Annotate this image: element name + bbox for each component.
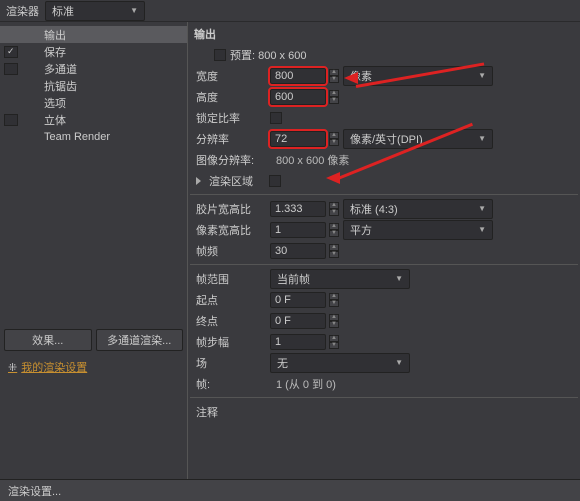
film-ratio-spinner[interactable]: ▲▼ <box>329 202 339 216</box>
start-row: 起点 0 F ▲▼ <box>190 289 578 310</box>
end-spinner[interactable]: ▲▼ <box>329 314 339 328</box>
right-pane: 输出 预置: 800 x 600 宽度 800 ▲▼ 像素▼ 高度 600 ▲▼… <box>188 22 580 479</box>
checkbox-multipass[interactable] <box>4 63 18 75</box>
resolution-row: 分辨率 72 ▲▼ 像素/英寸(DPI)▼ <box>190 128 578 149</box>
pixel-ratio-label: 像素宽高比 <box>196 222 266 238</box>
collapse-triangle-icon[interactable] <box>196 177 201 185</box>
separator <box>190 264 578 265</box>
film-ratio-row: 胶片宽高比 1.333 ▲▼ 标准 (4:3)▼ <box>190 198 578 219</box>
resolution-label: 分辨率 <box>196 131 266 147</box>
left-pane: 输出 保存 多通道 抗锯齿 选项 立体 <box>0 22 188 479</box>
my-render-settings[interactable]: ⁜ 我的渲染设置 <box>0 355 187 379</box>
fps-input[interactable]: 30 <box>270 243 326 259</box>
notes-row: 注释 <box>190 401 578 422</box>
pixel-ratio-spinner[interactable]: ▲▼ <box>329 223 339 237</box>
frames-row: 帧: 1 (从 0 到 0) <box>190 373 578 394</box>
renderer-dropdown[interactable]: 标准 ▼ <box>45 1 145 21</box>
step-spinner[interactable]: ▲▼ <box>329 335 339 349</box>
annotation-arrow-head <box>326 172 340 184</box>
fps-spinner[interactable]: ▲▼ <box>329 244 339 258</box>
render-region-checkbox[interactable] <box>269 175 281 187</box>
end-label: 终点 <box>196 313 266 329</box>
multipass-button[interactable]: 多通道渲染... <box>96 329 184 351</box>
height-row: 高度 600 ▲▼ <box>190 86 578 107</box>
film-ratio-input[interactable]: 1.333 <box>270 201 326 217</box>
height-input[interactable]: 600 <box>270 89 326 105</box>
frames-value: 1 (从 0 到 0) <box>270 376 336 392</box>
top-bar: 渲染器 标准 ▼ <box>0 0 580 22</box>
height-label: 高度 <box>196 89 266 105</box>
annotation-arrow-head <box>344 72 358 84</box>
pixel-ratio-preset-dropdown[interactable]: 平方▼ <box>343 220 493 240</box>
start-spinner[interactable]: ▲▼ <box>329 293 339 307</box>
tree-item-multipass[interactable]: 多通道 <box>0 60 187 77</box>
chevron-down-icon: ▼ <box>478 71 486 80</box>
image-resolution-label: 图像分辨率: <box>196 152 266 168</box>
tree-item-stereo[interactable]: 立体 <box>0 111 187 128</box>
tree-item-output[interactable]: 输出 <box>0 26 187 43</box>
tree-item-teamrender[interactable]: Team Render <box>0 128 187 145</box>
step-row: 帧步幅 1 ▲▼ <box>190 331 578 352</box>
output-header: 输出 <box>190 24 578 44</box>
settings-tree: 输出 保存 多通道 抗锯齿 选项 立体 <box>0 26 187 325</box>
target-icon: ⁜ <box>8 361 17 374</box>
start-label: 起点 <box>196 292 266 308</box>
height-spinner[interactable]: ▲▼ <box>329 90 339 104</box>
framerange-dropdown[interactable]: 当前帧▼ <box>270 269 410 289</box>
renderer-label: 渲染器 <box>6 3 39 19</box>
preset-row: 预置: 800 x 600 <box>190 44 578 65</box>
main-container: 输出 保存 多通道 抗锯齿 选项 立体 <box>0 22 580 479</box>
width-spinner[interactable]: ▲▼ <box>329 69 339 83</box>
resolution-spinner[interactable]: ▲▼ <box>329 132 339 146</box>
image-resolution-value: 800 x 600 像素 <box>270 152 349 168</box>
pixel-ratio-row: 像素宽高比 1 ▲▼ 平方▼ <box>190 219 578 240</box>
render-region-label: 渲染区域 <box>209 173 265 189</box>
preset-checkbox[interactable] <box>214 49 226 61</box>
bottom-bar: 渲染设置... <box>0 479 580 501</box>
step-input[interactable]: 1 <box>270 334 326 350</box>
pixel-ratio-input[interactable]: 1 <box>270 222 326 238</box>
notes-label: 注释 <box>196 404 266 420</box>
film-ratio-label: 胶片宽高比 <box>196 201 266 217</box>
width-input[interactable]: 800 <box>270 68 326 84</box>
lockratio-checkbox[interactable] <box>270 112 282 124</box>
renderer-value: 标准 <box>52 3 74 19</box>
end-input[interactable]: 0 F <box>270 313 326 329</box>
lockratio-label: 锁定比率 <box>196 110 266 126</box>
tree-item-save[interactable]: 保存 <box>0 43 187 60</box>
fps-label: 帧频 <box>196 243 266 259</box>
tree-item-aa[interactable]: 抗锯齿 <box>0 77 187 94</box>
start-input[interactable]: 0 F <box>270 292 326 308</box>
separator <box>190 397 578 398</box>
end-row: 终点 0 F ▲▼ <box>190 310 578 331</box>
separator <box>190 194 578 195</box>
field-label: 场 <box>196 355 266 371</box>
chevron-down-icon: ▼ <box>395 358 403 367</box>
frames-label: 帧: <box>196 376 266 392</box>
effects-button[interactable]: 效果... <box>4 329 92 351</box>
chevron-down-icon: ▼ <box>395 274 403 283</box>
render-settings-label[interactable]: 渲染设置... <box>8 483 61 499</box>
preset-label: 预置: 800 x 600 <box>230 47 306 63</box>
framerange-row: 帧范围 当前帧▼ <box>190 268 578 289</box>
render-region-row: 渲染区域 <box>190 170 578 191</box>
chevron-down-icon: ▼ <box>478 204 486 213</box>
tree-item-options[interactable]: 选项 <box>0 94 187 111</box>
width-label: 宽度 <box>196 68 266 84</box>
chevron-down-icon: ▼ <box>478 225 486 234</box>
checkbox-stereo[interactable] <box>4 114 18 126</box>
field-row: 场 无▼ <box>190 352 578 373</box>
checkbox-save[interactable] <box>4 46 18 58</box>
left-button-row: 效果... 多通道渲染... <box>0 325 187 355</box>
resolution-input[interactable]: 72 <box>270 131 326 147</box>
fps-row: 帧频 30 ▲▼ <box>190 240 578 261</box>
framerange-label: 帧范围 <box>196 271 266 287</box>
step-label: 帧步幅 <box>196 334 266 350</box>
chevron-down-icon: ▼ <box>130 6 138 15</box>
chevron-down-icon: ▼ <box>478 134 486 143</box>
field-dropdown[interactable]: 无▼ <box>270 353 410 373</box>
lockratio-row: 锁定比率 <box>190 107 578 128</box>
film-ratio-preset-dropdown[interactable]: 标准 (4:3)▼ <box>343 199 493 219</box>
